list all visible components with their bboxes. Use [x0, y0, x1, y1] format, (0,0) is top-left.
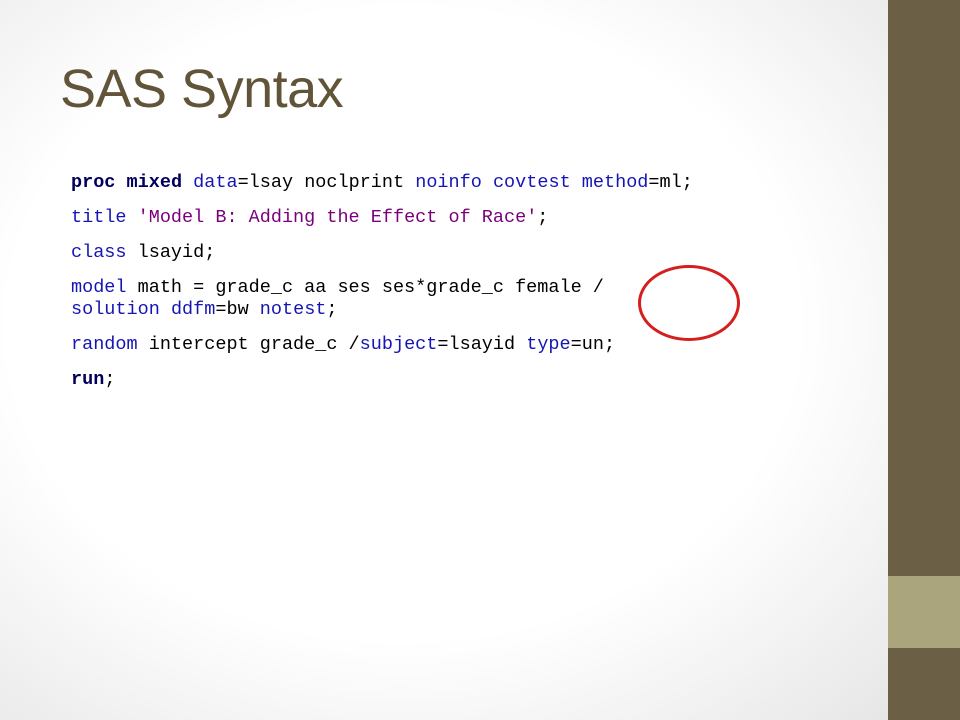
method-option: method: [581, 172, 649, 193]
type-value: =un;: [570, 334, 616, 355]
code-line-model-continued: solution ddfm=bw notest;: [71, 299, 871, 321]
code-line-run: run;: [71, 369, 871, 391]
right-decorative-bar: [888, 0, 960, 720]
subject-value: =lsayid: [437, 334, 527, 355]
code-line-title: title 'Model B: Adding the Effect of Rac…: [71, 207, 871, 229]
model-value: math = grade_c aa ses ses*grade_c female…: [126, 277, 604, 298]
run-keyword: run: [71, 369, 105, 390]
right-bar-accent-block: [888, 576, 960, 648]
code-line-model: model math = grade_c aa ses ses*grade_c …: [71, 277, 871, 299]
type-option: type: [526, 334, 571, 355]
data-option: data: [193, 172, 238, 193]
data-value: =lsay noclprint: [237, 172, 416, 193]
ddfm-value: =bw: [215, 299, 260, 320]
subject-option: subject: [359, 334, 438, 355]
code-line-random: random intercept grade_c /subject=lsayid…: [71, 334, 871, 356]
mixed-keyword: mixed: [126, 172, 183, 193]
ddfm-option: ddfm: [170, 299, 216, 320]
method-value: =ml;: [648, 172, 693, 193]
code-line-proc: proc mixed data=lsay noclprint noinfo co…: [71, 172, 871, 194]
slide-title: SAS Syntax: [60, 59, 344, 119]
model-keyword: model: [71, 277, 127, 298]
female-highlight-circle: [638, 265, 740, 341]
code-line-class: class lsayid;: [71, 242, 871, 264]
run-end: ;: [104, 369, 116, 390]
covtest-option: covtest: [492, 172, 571, 193]
class-keyword: class: [71, 242, 127, 263]
class-value: lsayid;: [126, 242, 216, 263]
noinfo-option: noinfo: [415, 172, 482, 193]
notest-option: notest: [259, 299, 327, 320]
title-end: ;: [537, 207, 549, 228]
title-keyword: title: [71, 207, 127, 228]
random-value: intercept grade_c /: [137, 334, 360, 355]
model-end: ;: [326, 299, 338, 320]
solution-option: solution: [71, 299, 160, 320]
title-string: 'Model B: Adding the Effect of Race': [137, 207, 538, 228]
random-keyword: random: [71, 334, 138, 355]
proc-keyword: proc: [71, 172, 116, 193]
sas-code-block: proc mixed data=lsay noclprint noinfo co…: [71, 172, 871, 404]
